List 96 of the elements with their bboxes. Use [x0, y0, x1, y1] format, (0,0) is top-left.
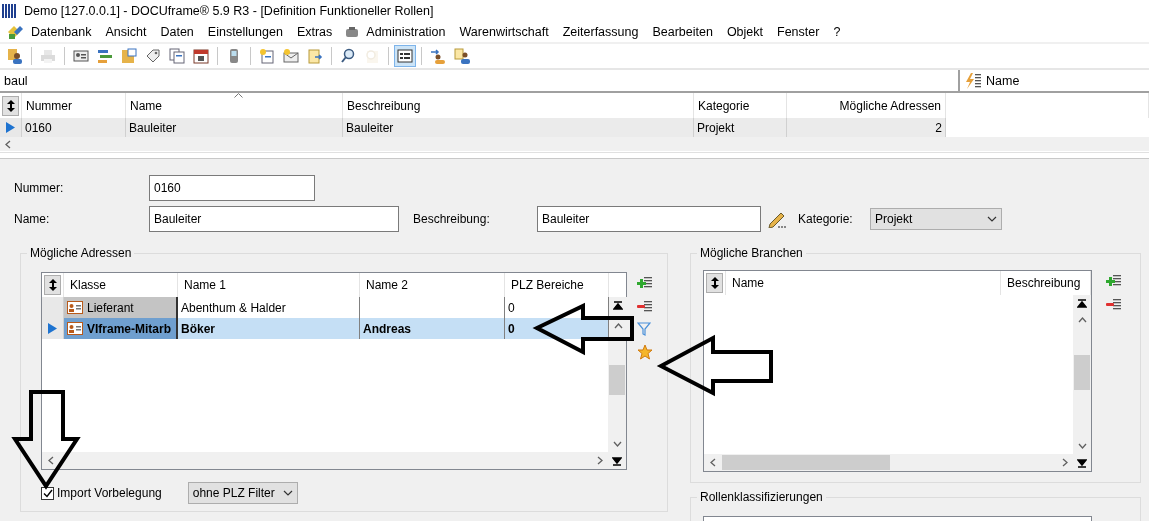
name-field[interactable]: Bauleiter [149, 206, 399, 232]
sort-arrows-icon [6, 99, 15, 112]
table-cell: Lieferant [64, 297, 178, 318]
import-checkbox[interactable]: Import Vorbelegung [41, 486, 162, 500]
menu-item[interactable]: Daten [153, 25, 201, 39]
checkmark-icon [42, 488, 53, 498]
table-cell: Projekt [694, 118, 787, 137]
group-title: Mögliche Adressen [27, 246, 135, 260]
field-label: Kategorie: [798, 212, 854, 226]
table-cell: Abenthum & Halder [178, 297, 360, 318]
magnifier-icon [364, 48, 380, 64]
app-logo-icon [2, 4, 18, 18]
field-label: Name: [13, 212, 51, 226]
scrollbar-thumb[interactable] [1074, 355, 1090, 390]
table-cell: Bauleiter [126, 118, 343, 137]
people-document-icon [454, 48, 470, 64]
scroll-down-icon[interactable] [1077, 441, 1087, 450]
folder-icon [121, 48, 137, 64]
scroll-down-icon[interactable] [612, 439, 622, 448]
documents-icon [169, 48, 185, 64]
scroll-top-icon[interactable] [1077, 298, 1087, 309]
toolbar-button[interactable] [451, 45, 473, 67]
scrollbar-thumb[interactable] [722, 455, 890, 470]
field-label: Beschreibung: [413, 212, 491, 226]
window-title: Demo [127.0.0.1] - DOCUframe® 5.9 R3 - [Definition Funktioneller Rollen] [24, 4, 434, 18]
scroll-left-icon[interactable] [46, 456, 56, 465]
star-icon[interactable] [637, 344, 653, 360]
sort-arrows-icon [710, 277, 719, 289]
pencil-icon[interactable] [767, 210, 787, 228]
add-row-icon[interactable] [1106, 272, 1122, 288]
scrollbar-thumb[interactable] [609, 365, 625, 395]
envelope-icon [283, 48, 299, 64]
menu-item[interactable]: Bearbeiten [645, 25, 720, 39]
remove-row-icon[interactable] [637, 298, 653, 314]
group-title: Rollenklassifizierungen [697, 490, 826, 504]
filter-icon[interactable] [637, 322, 651, 336]
table-cell: 0 [505, 297, 609, 318]
sort-button[interactable] [44, 275, 61, 295]
menu-item[interactable]: Warenwirtschaft [452, 25, 556, 39]
search-icon [340, 48, 356, 64]
plz-filter-dropdown[interactable]: ohne PLZ Filter [187, 482, 298, 504]
sort-arrows-icon [48, 279, 57, 291]
table-cell: Böker [178, 318, 360, 339]
app-menu-icon[interactable] [6, 24, 24, 40]
row-indicator[interactable] [0, 118, 22, 137]
current-row-icon [48, 323, 57, 334]
export-document-icon [307, 48, 323, 64]
layout-icon [397, 48, 413, 64]
group-title: Mögliche Branchen [697, 246, 806, 260]
table-cell: Bauleiter [343, 118, 694, 137]
scroll-up-icon[interactable] [1077, 316, 1087, 325]
menu-item[interactable]: Datenbank [24, 25, 99, 39]
table-cell: VIframe-Mitarb [64, 318, 178, 339]
contact-card-icon [67, 301, 83, 314]
sort-ascending-icon [234, 93, 243, 98]
row-indicator[interactable] [42, 318, 64, 339]
table-cell: 0160 [22, 118, 126, 137]
menu-item[interactable]: Administration [339, 25, 453, 39]
scroll-top-icon[interactable] [613, 300, 623, 311]
people-arrow-icon [430, 48, 446, 64]
new-document-icon [259, 48, 275, 64]
sort-button[interactable] [706, 273, 723, 293]
add-row-icon[interactable] [637, 274, 653, 290]
menu-item[interactable]: Objekt [719, 25, 771, 39]
table-cell: 2 [787, 118, 946, 137]
menu-item[interactable]: Extras [289, 25, 340, 39]
menu-item[interactable]: Zeiterfassung [555, 25, 646, 39]
contact-card-icon [67, 322, 83, 335]
toolbar-button[interactable] [394, 45, 416, 67]
id-card-icon [73, 48, 89, 64]
dropdown-caret-icon [987, 216, 997, 222]
scroll-bottom-icon[interactable] [612, 455, 622, 466]
remove-row-icon[interactable] [1106, 296, 1122, 312]
dropdown-caret-icon [282, 490, 293, 496]
people-icon [7, 48, 23, 64]
scroll-up-icon[interactable] [613, 322, 623, 331]
bars-icon [97, 48, 113, 64]
table-cell: Andreas [360, 318, 505, 339]
printer-icon [40, 48, 56, 64]
column-header[interactable]: Name [726, 271, 1001, 295]
lightning-list-icon [964, 72, 982, 89]
menu-item[interactable]: ? [826, 25, 848, 39]
beschreibung-field[interactable]: Bauleiter [537, 206, 761, 232]
sort-button[interactable] [2, 95, 19, 116]
scroll-bottom-icon[interactable] [1077, 457, 1087, 468]
scroll-left-icon[interactable] [4, 139, 13, 149]
calendar-icon [193, 48, 209, 64]
field-label: Nummer: [13, 181, 65, 195]
nummer-field[interactable]: 0160 [149, 175, 315, 201]
kategorie-dropdown[interactable]: Projekt [870, 208, 1002, 230]
current-row-icon [6, 122, 15, 133]
menu-item[interactable]: Einstellungen [200, 25, 290, 39]
menu-item[interactable]: Ansicht [98, 25, 154, 39]
menu-item[interactable]: Fenster [770, 25, 827, 39]
scroll-left-icon[interactable] [708, 458, 718, 467]
tag-icon [145, 48, 161, 64]
